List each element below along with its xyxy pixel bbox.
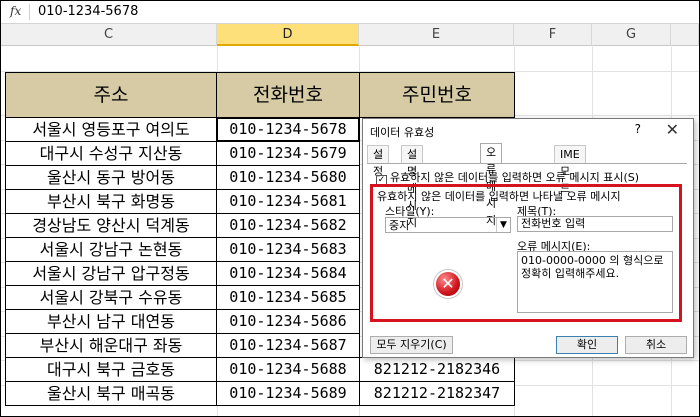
tab-error-alert[interactable]: 오류 메시지: [480, 143, 503, 227]
ok-button[interactable]: 확인: [556, 336, 618, 354]
phone-cell[interactable]: 010-1234-5684: [216, 261, 360, 286]
address-cell[interactable]: 대구시 수성구 지산동: [5, 141, 217, 166]
tab-input-message[interactable]: 설명 메시지: [401, 145, 424, 229]
phone-cell[interactable]: 010-1234-5682: [216, 213, 360, 238]
address-cell[interactable]: 경상남도 양산시 덕계동: [5, 213, 217, 238]
phone-cell[interactable]: 010-1234-5689: [216, 381, 360, 406]
tab-divider: [367, 163, 687, 164]
phone-cell[interactable]: 010-1234-5680: [216, 165, 360, 190]
phone-cell[interactable]: 010-1234-5685: [216, 285, 360, 310]
address-cell[interactable]: 서울시 강남구 논현동: [5, 237, 217, 262]
data-validation-dialog: 데이터 유효성 ? ✕ 설정 설명 메시지 오류 메시지 IME 모드 ✓ 유효하…: [362, 118, 694, 358]
close-icon[interactable]: ✕: [666, 120, 679, 139]
column-header-next[interactable]: [671, 24, 699, 46]
address-cell[interactable]: 서울시 강북구 수유동: [5, 285, 217, 310]
formula-bar: fx 010-1234-5678: [1, 1, 699, 24]
column-header-e[interactable]: E: [359, 24, 514, 46]
address-cell[interactable]: 부산시 북구 화명동: [5, 189, 217, 214]
id-number-cell[interactable]: 821212-2182346: [359, 357, 515, 382]
column-header-c[interactable]: C: [1, 24, 217, 46]
show-error-checkbox-label: 유효하지 않은 데이터를 입력하면 오류 메시지 표시(S): [390, 171, 640, 184]
header-id-number[interactable]: 주민번호: [359, 72, 515, 118]
id-number-cell[interactable]: 821212-2182347: [359, 381, 515, 406]
dialog-title: 데이터 유효성: [370, 126, 435, 139]
address-cell[interactable]: 부산시 해운대구 좌동: [5, 333, 217, 358]
address-cell[interactable]: 서울시 영등포구 여의도: [5, 117, 217, 142]
phone-cell[interactable]: 010-1234-5686: [216, 309, 360, 334]
address-cell[interactable]: 부산시 남구 대연동: [5, 309, 217, 334]
fx-icon[interactable]: fx: [10, 4, 21, 18]
formula-input[interactable]: 010-1234-5678: [38, 4, 138, 19]
style-select-value: 중지: [389, 219, 410, 232]
error-message-textarea[interactable]: 010-0000-0000 의 형식으로 정확히 입력해주세요.: [517, 251, 673, 313]
phone-cell[interactable]: 010-1234-5681: [216, 189, 360, 214]
phone-cell[interactable]: 010-1234-5679: [216, 141, 360, 166]
header-address[interactable]: 주소: [5, 72, 217, 118]
column-header-d[interactable]: D: [217, 24, 359, 46]
style-select[interactable]: 중지 ▼: [385, 217, 511, 233]
address-cell[interactable]: 울산시 북구 매곡동: [5, 381, 217, 406]
stop-error-icon: ✕: [436, 272, 460, 296]
tab-ime-mode[interactable]: IME 모드: [554, 145, 586, 195]
header-phone[interactable]: 전화번호: [216, 72, 360, 118]
address-cell[interactable]: 울산시 동구 방어동: [5, 165, 217, 190]
address-cell[interactable]: 대구시 북구 금호동: [5, 357, 217, 382]
chevron-down-icon[interactable]: ▼: [496, 218, 510, 232]
help-icon[interactable]: ?: [635, 122, 641, 136]
tab-settings[interactable]: 설정: [367, 145, 390, 178]
clear-all-button[interactable]: 모두 지우기(C): [370, 336, 453, 354]
excel-window: fx 010-1234-5678 C D E F G 주소 전화번호 주민번호 …: [0, 0, 700, 417]
phone-cell[interactable]: 010-1234-5687: [216, 333, 360, 358]
cancel-button[interactable]: 취소: [625, 336, 687, 354]
address-cell[interactable]: 서울시 강남구 압구정동: [5, 261, 217, 286]
phone-cell[interactable]: 010-1234-5688: [216, 357, 360, 382]
column-header-f[interactable]: F: [514, 24, 592, 46]
formula-separator: [29, 4, 30, 20]
phone-cell[interactable]: 010-1234-5683: [216, 237, 360, 262]
title-input[interactable]: 전화번호 입력: [517, 216, 673, 232]
group-label: 유효하지 않은 데이터를 입력하면 나타낼 오류 메시지: [377, 190, 621, 203]
column-header-g[interactable]: G: [592, 24, 671, 46]
phone-cell-active[interactable]: 010-1234-5678: [216, 117, 360, 142]
